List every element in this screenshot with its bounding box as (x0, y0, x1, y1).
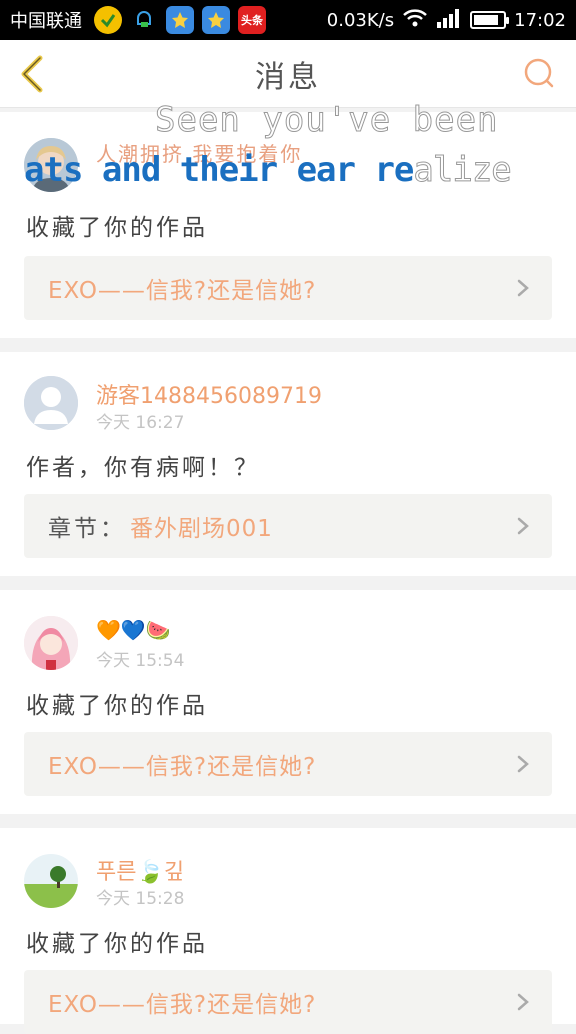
chevron-right-icon (517, 517, 529, 535)
carrier-label: 中国联通 (10, 11, 82, 32)
signal-icon (436, 8, 462, 33)
work-link[interactable]: EXO——信我?还是信她? (24, 732, 552, 796)
work-link[interactable]: EXO——信我?还是信她? (24, 256, 552, 320)
search-icon (524, 58, 554, 88)
search-button[interactable] (522, 56, 556, 90)
sender-name[interactable]: 푸른🍃깊 (96, 854, 184, 886)
wifi-icon (402, 8, 428, 33)
lyric-overlay-line2: ats and their ear realize (24, 150, 512, 191)
message-time: 今天 16:27 (96, 413, 185, 433)
message-text: 收藏了你的作品 (26, 215, 208, 241)
network-speed: 0.03K/s (326, 9, 395, 31)
chevron-right-icon (517, 755, 529, 773)
app-header: 消息 (0, 40, 576, 108)
sender-name[interactable]: 🧡💙🍉 (96, 618, 171, 642)
work-link-title: EXO——信我?还是信她? (48, 754, 317, 780)
lyric-overlay-line1: Seen you've been (155, 100, 499, 141)
message-text: 作者，你有病啊！？ (26, 455, 260, 481)
status-bar: 中国联通 头条 0.03K/s 17:02 (0, 0, 576, 40)
app-notification-icon (94, 6, 122, 34)
page-title: 消息 (255, 59, 321, 95)
message-text: 收藏了你的作品 (26, 693, 208, 719)
star-notification-icon (202, 6, 230, 34)
message-time: 今天 15:28 (96, 889, 185, 909)
message-card: 游客1488456089719 今天 16:27 作者，你有病啊！？ 章节： 番… (0, 352, 576, 576)
chevron-left-icon (21, 55, 43, 93)
star-notification-icon (166, 6, 194, 34)
chapter-label: 章节： (48, 516, 126, 542)
avatar[interactable] (24, 616, 78, 670)
sender-name[interactable]: 游客1488456089719 (96, 378, 322, 410)
message-time: 今天 15:54 (96, 651, 185, 671)
chevron-right-icon (517, 993, 529, 1011)
chevron-right-icon (517, 279, 529, 297)
chapter-title: 番外剧场001 (130, 516, 273, 542)
battery-icon (470, 11, 510, 29)
work-link[interactable]: EXO——信我?还是信她? (24, 970, 552, 1034)
lyric-overlay-line2-faint: alize (413, 150, 512, 191)
work-link-title: EXO——信我?还是信她? (48, 278, 317, 304)
message-card: 🧡💙🍉 今天 15:54 收藏了你的作品 EXO——信我?还是信她? (0, 590, 576, 814)
avatar[interactable] (24, 376, 78, 430)
clock: 17:02 (514, 9, 566, 31)
bell-notification-icon (130, 6, 158, 34)
avatar[interactable] (24, 854, 78, 908)
back-button[interactable] (14, 54, 50, 94)
chapter-link[interactable]: 章节： 番外剧场001 (24, 494, 552, 558)
message-card: 푸른🍃깊 今天 15:28 收藏了你的作品 EXO——信我?还是信她? (0, 828, 576, 1034)
work-link-title: EXO——信我?还是信她? (48, 992, 317, 1018)
message-text: 收藏了你的作品 (26, 931, 208, 957)
news-app-icon: 头条 (238, 6, 266, 34)
lyric-overlay-line2-main: ats and their ear re (24, 150, 414, 190)
